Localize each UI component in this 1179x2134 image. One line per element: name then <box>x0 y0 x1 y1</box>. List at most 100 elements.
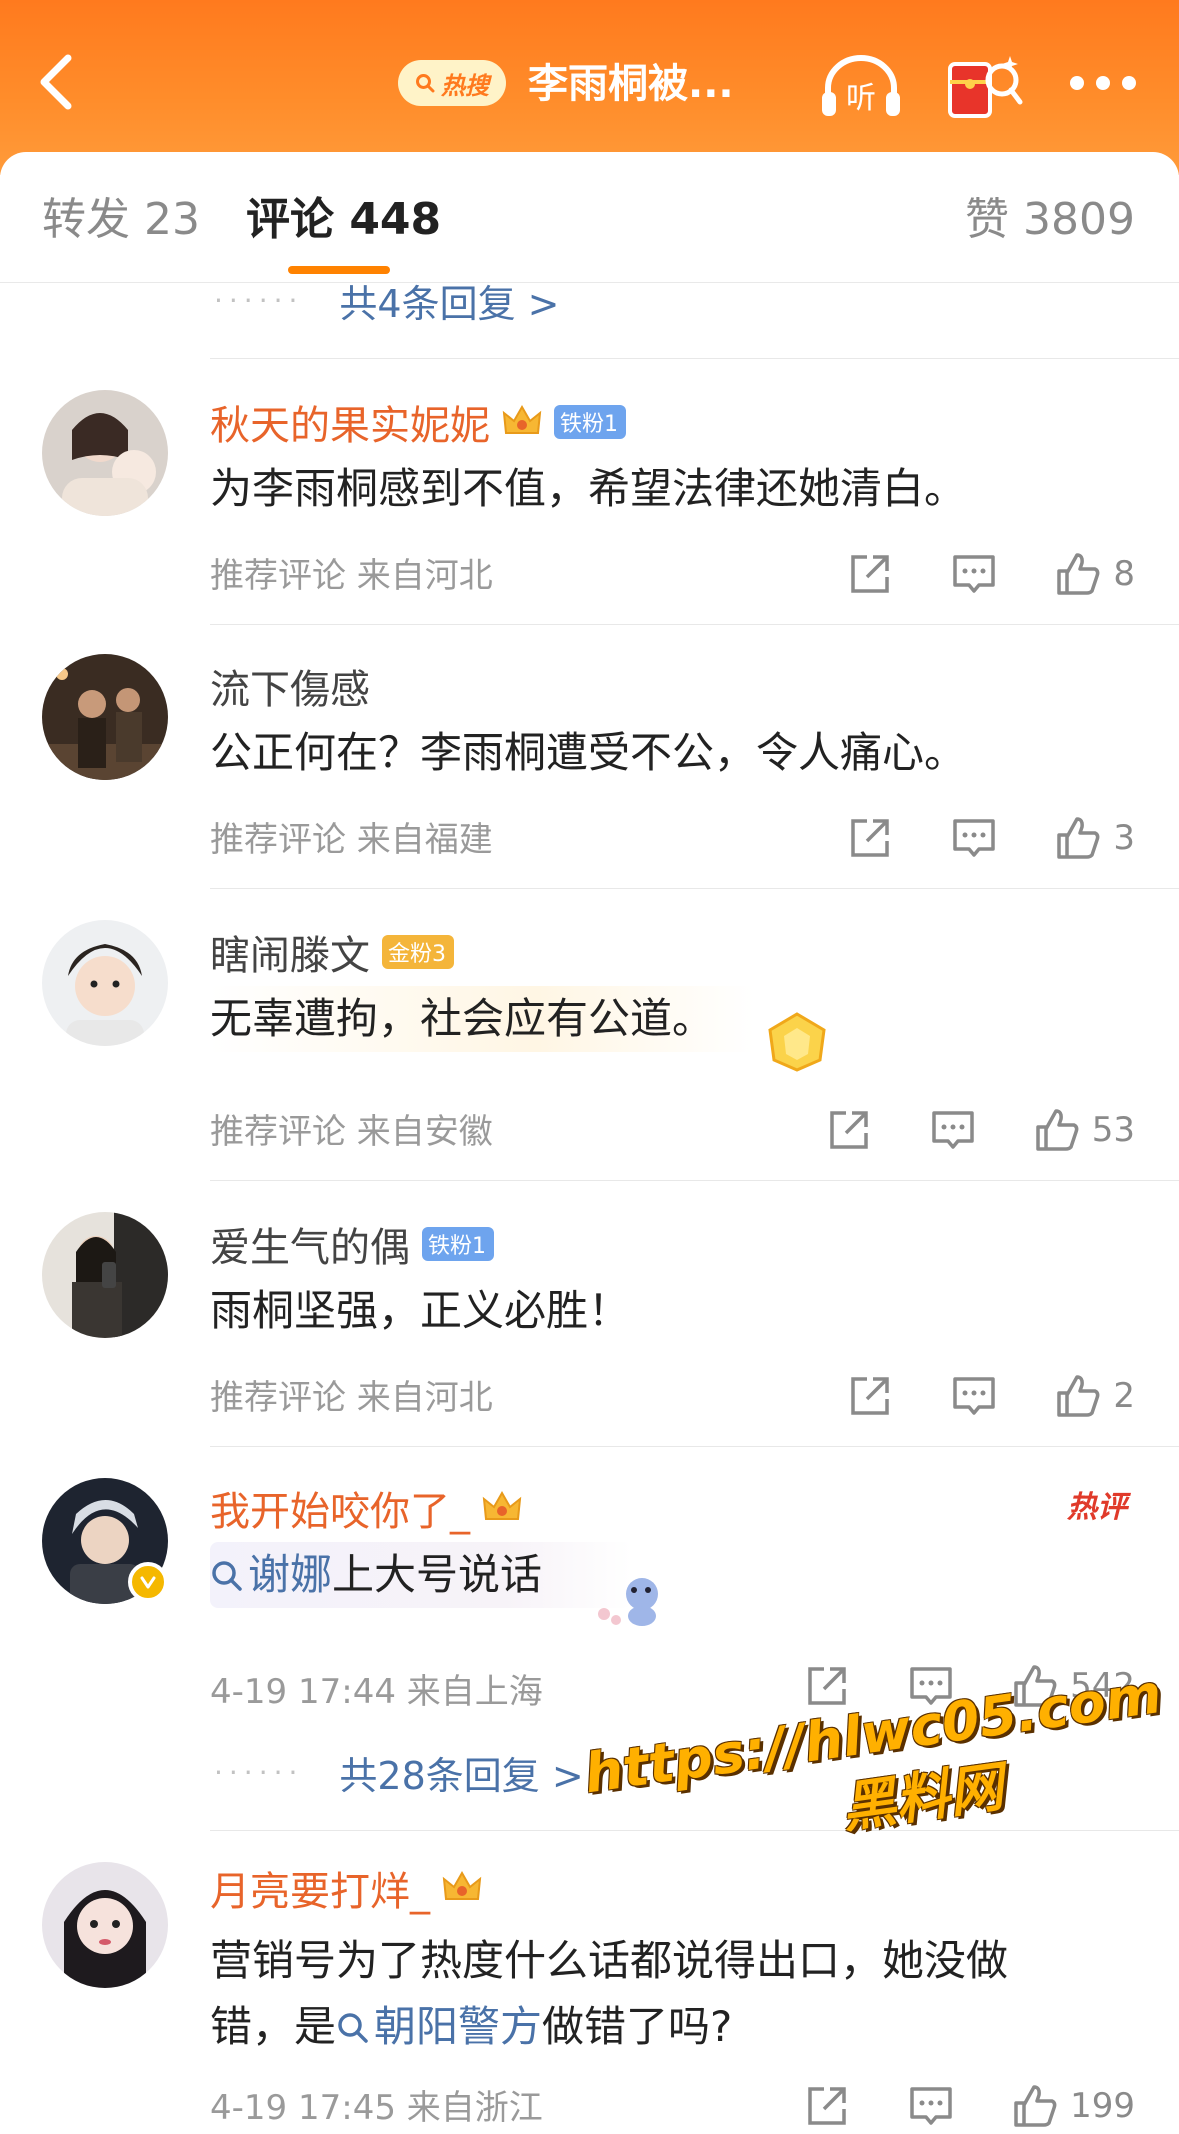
comment-header: 月亮要打烊_ <box>210 1860 482 1916</box>
comment-text: 公正何在？李雨桐遭受不公，令人痛心。 <box>210 728 967 777</box>
divider <box>210 358 1179 359</box>
tab-repost[interactable]: 转发 23 <box>42 190 200 250</box>
divider <box>210 1446 1179 1447</box>
username[interactable]: 瞎闹滕文 <box>210 923 370 981</box>
more-replies-link[interactable]: ······ 共28条回复 > <box>214 1744 584 1800</box>
comment-actions: 53 <box>768 1102 1135 1158</box>
reply-button[interactable] <box>908 2083 954 2129</box>
username[interactable]: 我开始咬你了_ <box>210 1479 470 1537</box>
thumbs-up-icon <box>1057 553 1100 595</box>
gold-badge-icon <box>768 1012 826 1072</box>
comment-meta: 4-19 17:45 来自浙江 <box>210 2088 543 2128</box>
fan-badge: 金粉3 <box>382 935 454 969</box>
more-options-button[interactable] <box>1068 66 1138 100</box>
share-icon <box>829 1111 868 1149</box>
divider <box>210 1180 1179 1181</box>
like-count: 199 <box>1070 2086 1135 2126</box>
badge-label: 金粉3 <box>388 942 446 967</box>
share-button[interactable] <box>847 815 893 861</box>
search-link[interactable]: 朝阳警方 <box>336 2002 542 2051</box>
comment-meta: 推荐评论 来自福建 <box>210 820 493 860</box>
headphones-icon: 听 <box>822 55 900 116</box>
thumbs-up-icon <box>1057 1375 1100 1417</box>
more-replies-label: 共28条回复 > <box>339 1753 584 1798</box>
comment-text: 营销号为了热度什么话都说得出口，她没做 <box>210 1936 1009 1985</box>
avatar[interactable] <box>42 920 168 1046</box>
comment-icon <box>953 555 996 593</box>
verified-badge <box>128 1562 168 1602</box>
comment-header: 爱生气的偶 铁粉1 <box>210 1216 494 1272</box>
share-button[interactable] <box>826 1107 872 1153</box>
avatar[interactable] <box>42 390 168 516</box>
share-icon <box>851 1377 890 1415</box>
listen-button[interactable]: 听 <box>820 52 902 118</box>
like-count: 3 <box>1113 818 1135 858</box>
tab-likes[interactable]: 赞 3809 <box>965 190 1135 250</box>
like-button[interactable]: 199 <box>1012 2083 1135 2129</box>
comment-text-part: 错，是 <box>210 2002 337 2051</box>
badge-label: 铁粉1 <box>560 412 618 437</box>
verified-v-icon <box>140 1576 156 1589</box>
more-replies-link[interactable]: ······ 共4条回复 > <box>214 272 560 328</box>
comment-header: 我开始咬你了_ <box>210 1480 522 1536</box>
comment-text: 错，是 朝阳警方做错了吗? <box>210 1994 732 2060</box>
comment-text: 谢娜上大号说话 <box>210 1542 633 1608</box>
reply-button[interactable] <box>951 1373 997 1419</box>
comment-icon <box>953 819 996 857</box>
search-link[interactable]: 谢娜 <box>210 1550 332 1599</box>
like-button[interactable]: 3 <box>1055 815 1135 861</box>
share-icon <box>808 2087 846 2125</box>
hot-search-label: 热搜 <box>441 71 489 100</box>
reply-button[interactable] <box>930 1107 976 1153</box>
red-packet-button[interactable] <box>944 50 1024 120</box>
tab-comments[interactable]: 评论 448 <box>246 190 441 250</box>
divider <box>210 888 1179 889</box>
like-button[interactable]: 53 <box>1034 1107 1135 1153</box>
hot-search-pill[interactable]: 热搜 <box>398 60 506 106</box>
search-icon <box>338 2013 368 2043</box>
comment-text: 为李雨桐感到不值，希望法律还她清白。 <box>210 464 967 513</box>
share-button[interactable] <box>804 2083 850 2129</box>
search-link-label: 朝阳警方 <box>374 2002 543 2051</box>
comment-meta: 推荐评论 来自河北 <box>210 1378 493 1418</box>
like-button[interactable]: 2 <box>1055 1373 1135 1419</box>
reply-button[interactable] <box>951 815 997 861</box>
comment-actions: 199 <box>746 2078 1135 2134</box>
hot-comment-label: 热评 <box>1067 1490 1127 1525</box>
comment-icon <box>910 2087 952 2125</box>
avatar[interactable] <box>42 1862 168 1988</box>
avatar[interactable] <box>42 654 168 780</box>
share-icon <box>851 555 890 593</box>
avatar[interactable] <box>42 1212 168 1338</box>
username[interactable]: 月亮要打烊_ <box>210 1859 430 1917</box>
share-icon <box>851 819 890 857</box>
username[interactable]: 流下傷感 <box>210 657 370 715</box>
thumbs-up-icon <box>1014 2085 1057 2127</box>
comment-icon <box>931 1111 974 1149</box>
page-title: 李雨桐被... <box>528 61 734 107</box>
share-button[interactable] <box>847 551 893 597</box>
share-button[interactable] <box>847 1373 893 1419</box>
comment-actions: 3 <box>789 810 1135 866</box>
divider <box>210 624 1179 625</box>
comment-header: 瞎闹滕文 金粉3 <box>210 924 454 980</box>
crown-icon <box>502 404 542 434</box>
comment-header: 流下傷感 <box>210 658 370 714</box>
username[interactable]: 秋天的果实妮妮 <box>210 393 490 451</box>
comment-meta: 推荐评论 来自安徽 <box>210 1112 493 1152</box>
comment-text: 雨桐坚强，正义必胜！ <box>210 1286 631 1335</box>
thumbs-up-icon <box>1035 1109 1079 1151</box>
thumbs-up-icon <box>1057 817 1100 859</box>
comment-header: 秋天的果实妮妮 铁粉1 <box>210 394 626 450</box>
more-replies-label: 共4条回复 > <box>339 281 560 326</box>
username[interactable]: 爱生气的偶 <box>210 1215 410 1273</box>
badge-label: 铁粉1 <box>428 1234 486 1259</box>
reply-button[interactable] <box>951 551 997 597</box>
back-button[interactable] <box>32 50 88 114</box>
more-dots-icon <box>1070 76 1136 90</box>
comment-meta: 4-19 17:44 来自上海 <box>210 1672 543 1712</box>
crown-icon <box>482 1490 522 1520</box>
crown-icon <box>442 1870 482 1900</box>
like-button[interactable]: 8 <box>1055 551 1135 597</box>
red-packet-icon <box>948 56 1023 118</box>
